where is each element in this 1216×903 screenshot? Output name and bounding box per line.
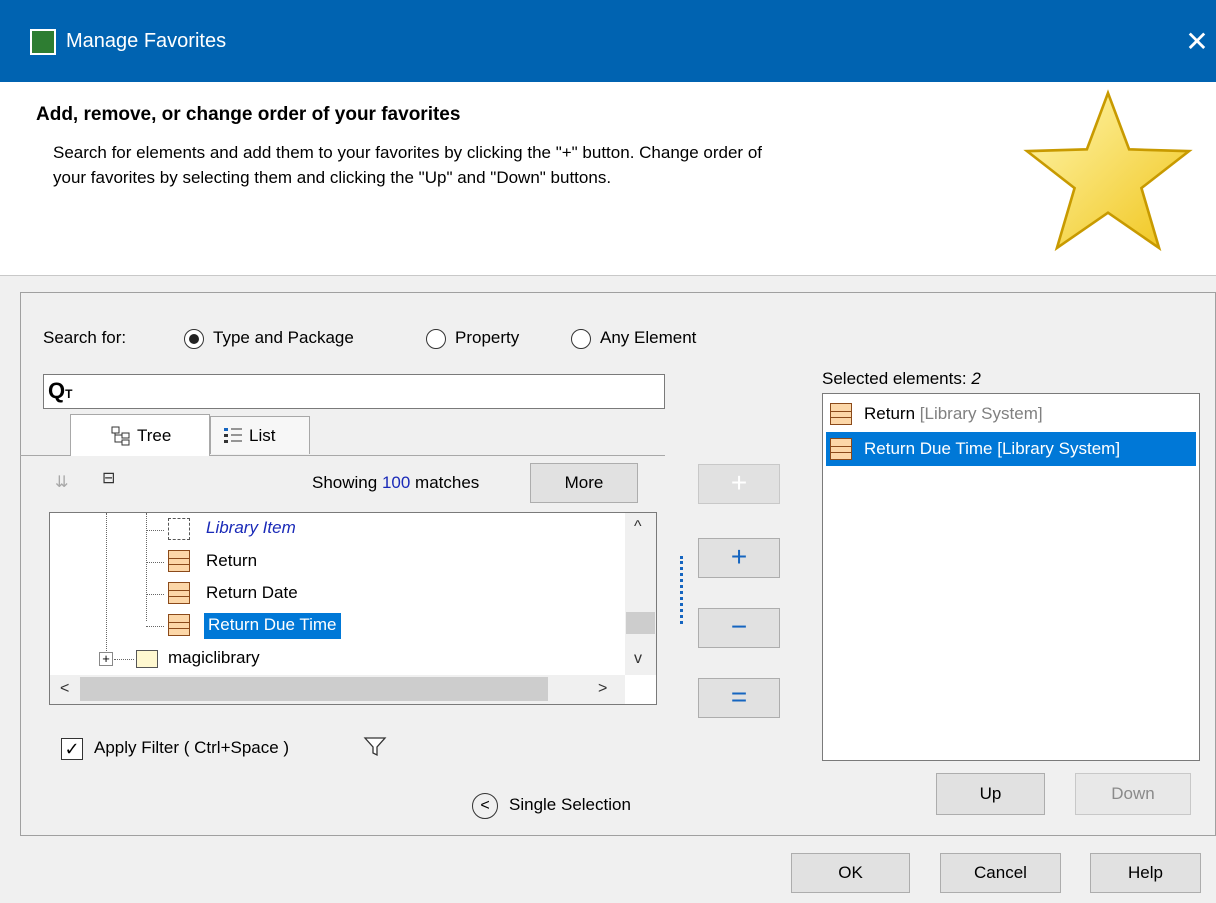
tab-list[interactable]: List [210, 416, 310, 454]
horizontal-scroll-thumb[interactable] [80, 677, 548, 701]
star-icon [1023, 89, 1193, 252]
single-selection-icon[interactable]: < [472, 793, 498, 819]
app-icon [30, 29, 56, 55]
radio-any-element-label[interactable]: Any Element [600, 328, 696, 348]
scroll-down-icon[interactable]: v [634, 650, 642, 668]
selected-count: 2 [971, 369, 981, 388]
class-icon [168, 518, 190, 540]
search-icon-sub: T [65, 387, 73, 401]
description-line-1: Search for elements and add them to your… [53, 143, 762, 162]
tree-node-library-item[interactable]: Library Item [206, 518, 296, 538]
showing-matches-text: Showing 100 matches [312, 473, 479, 493]
scroll-left-icon[interactable]: < [60, 680, 69, 698]
remove-all-button[interactable]: = [698, 678, 780, 718]
item-name: Return [864, 404, 916, 423]
up-button[interactable]: Up [936, 773, 1045, 815]
radio-property-label[interactable]: Property [455, 328, 519, 348]
tab-tree-label: Tree [137, 426, 172, 445]
filter-icon[interactable] [362, 734, 388, 760]
selected-item[interactable]: Return Due Time [Library System] [825, 431, 1197, 467]
tree-node-return[interactable]: Return [206, 551, 257, 571]
item-name: Return Due Time [864, 439, 993, 458]
element-icon [830, 403, 852, 425]
tree-icon [111, 426, 130, 446]
tree-node-magiclibrary[interactable]: magiclibrary [168, 648, 260, 668]
expand-all-icon[interactable]: ⇊ [55, 472, 77, 494]
search-input[interactable] [43, 374, 665, 409]
selected-elements-label: Selected elements: 2 [822, 369, 981, 389]
apply-filter-label[interactable]: Apply Filter ( Ctrl+Space ) [94, 738, 289, 758]
remove-button[interactable]: − [698, 608, 780, 648]
search-icon[interactable]: QT [48, 378, 88, 404]
tree-connector [146, 626, 164, 627]
list-icon [224, 428, 242, 443]
item-owner: [Library System] [919, 404, 1043, 423]
item-owner: [Library System] [997, 439, 1121, 458]
tree-node-return-date[interactable]: Return Date [206, 583, 298, 603]
add-recursively-button[interactable]: + [698, 538, 780, 578]
search-icon-glyph: Q [48, 378, 66, 403]
search-for-label: Search for: [43, 328, 127, 347]
vertical-scroll-thumb[interactable] [626, 612, 655, 634]
showing-prefix: Showing [312, 473, 382, 492]
element-icon [168, 550, 190, 572]
scroll-up-icon[interactable]: ^ [634, 518, 642, 536]
element-icon [830, 438, 852, 460]
radio-property[interactable] [426, 329, 446, 349]
scroll-right-icon[interactable]: > [598, 680, 607, 698]
header-description: Search for elements and add them to your… [53, 140, 993, 190]
description-line-2: your favorites by selecting them and cli… [53, 168, 612, 187]
selected-item-name: Return [Library System] [864, 404, 1043, 424]
radio-any-element[interactable] [571, 329, 591, 349]
tree-connector [146, 562, 164, 563]
showing-suffix: matches [410, 473, 480, 492]
header-title: Add, remove, or change order of your fav… [36, 104, 461, 125]
tab-tree[interactable]: Tree [70, 414, 210, 456]
ok-button[interactable]: OK [791, 853, 910, 893]
radio-type-and-package[interactable] [184, 329, 204, 349]
apply-filter-checkbox[interactable]: ✓ [61, 738, 83, 760]
selected-label-text: Selected elements: [822, 369, 967, 388]
collapse-all-icon[interactable]: ⊟ [102, 468, 126, 492]
tree-connector [146, 530, 164, 531]
selected-item-name: Return Due Time [Library System] [864, 439, 1120, 459]
down-button[interactable]: Down [1075, 773, 1191, 815]
element-icon [168, 582, 190, 604]
close-icon[interactable]: ✕ [1180, 24, 1214, 60]
more-button[interactable]: More [530, 463, 638, 503]
tree-connector [146, 594, 164, 595]
radio-type-and-package-label[interactable]: Type and Package [213, 328, 354, 348]
tree-node-return-due-time[interactable]: Return Due Time [204, 613, 341, 639]
cancel-button[interactable]: Cancel [940, 853, 1061, 893]
folder-icon [136, 650, 158, 668]
match-count: 100 [381, 473, 411, 492]
panel-splitter[interactable] [680, 556, 683, 624]
help-button[interactable]: Help [1090, 853, 1201, 893]
window-title: Manage Favorites [66, 30, 227, 52]
element-icon [168, 614, 190, 636]
expand-toggle-icon[interactable]: + [99, 652, 113, 666]
add-button[interactable]: + [698, 464, 780, 504]
tree-connector [114, 659, 134, 660]
tab-list-label: List [249, 426, 276, 445]
tree-guide-line [106, 513, 107, 653]
selected-item[interactable]: Return [Library System] [826, 398, 1196, 430]
single-selection-link[interactable]: Single Selection [509, 795, 631, 815]
